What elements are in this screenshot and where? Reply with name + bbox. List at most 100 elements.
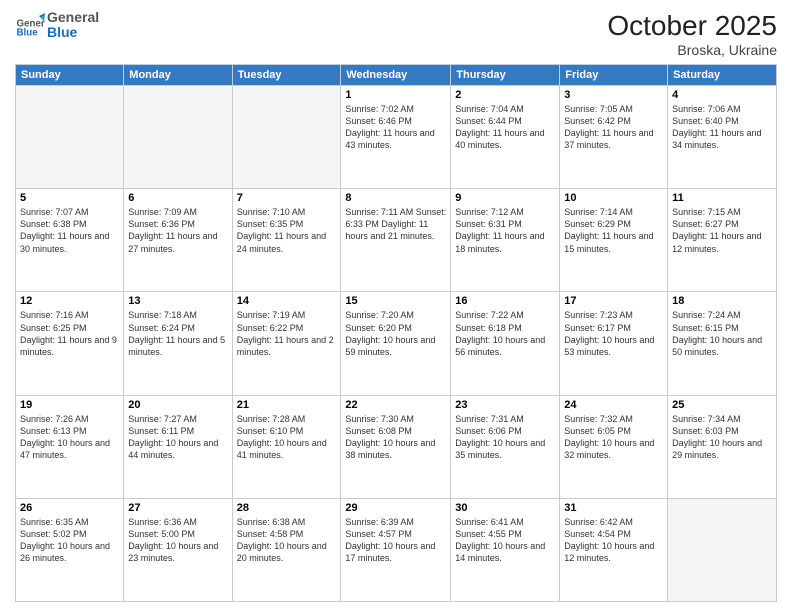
day-info: Sunrise: 7:27 AM Sunset: 6:11 PM Dayligh… — [128, 413, 227, 462]
day-info: Sunrise: 7:18 AM Sunset: 6:24 PM Dayligh… — [128, 309, 227, 358]
day-info: Sunrise: 7:16 AM Sunset: 6:25 PM Dayligh… — [20, 309, 119, 358]
day-number: 22 — [345, 399, 446, 411]
calendar-cell: 1Sunrise: 7:02 AM Sunset: 6:46 PM Daylig… — [341, 86, 451, 189]
calendar-cell: 29 Sunrise: 6:39 AM Sunset: 4:57 PM Dayli… — [341, 498, 451, 601]
calendar-week-row: 19 Sunrise: 7:26 AM Sunset: 6:13 PM Dayli… — [16, 395, 777, 498]
day-info: Sunrise: 6:35 AM Sunset: 5:02 PM Dayligh… — [20, 516, 119, 565]
day-info: Sunrise: 7:05 AM Sunset: 6:42 PM Dayligh… — [564, 103, 663, 152]
day-info: Sunrise: 7:14 AM Sunset: 6:29 PM Dayligh… — [564, 206, 663, 255]
calendar-cell — [668, 498, 777, 601]
logo-general: General — [47, 10, 99, 25]
weekday-header: Thursday — [451, 65, 560, 86]
calendar-cell: 26Sunrise: 6:35 AM Sunset: 5:02 PM Dayli… — [16, 498, 124, 601]
day-info: Sunrise: 7:28 AM Sunset: 6:10 PM Dayligh… — [237, 413, 337, 462]
day-info: Sunrise: 7:06 AM Sunset: 6:40 PM Dayligh… — [672, 103, 772, 152]
day-number: 27 — [128, 502, 227, 514]
calendar-cell: 22 Sunrise: 7:30 AM Sunset: 6:08 PM Dayli… — [341, 395, 451, 498]
logo-icon: General Blue — [15, 10, 45, 40]
calendar-cell — [124, 86, 232, 189]
day-info: Sunrise: 7:07 AM Sunset: 6:38 PM Dayligh… — [20, 206, 119, 255]
weekday-header: Sunday — [16, 65, 124, 86]
day-info: Sunrise: 7:26 AM Sunset: 6:13 PM Dayligh… — [20, 413, 119, 462]
day-number: 14 — [237, 295, 337, 307]
day-number: 3 — [564, 89, 663, 101]
calendar-cell: 27 Sunrise: 6:36 AM Sunset: 5:00 PM Dayli… — [124, 498, 232, 601]
day-info: Sunrise: 7:19 AM Sunset: 6:22 PM Dayligh… — [237, 309, 337, 358]
calendar-cell: 20 Sunrise: 7:27 AM Sunset: 6:11 PM Dayli… — [124, 395, 232, 498]
day-number: 5 — [20, 192, 119, 204]
calendar-cell: 13 Sunrise: 7:18 AM Sunset: 6:24 PM Dayli… — [124, 292, 232, 395]
day-info: Sunrise: 6:42 AM Sunset: 4:54 PM Dayligh… — [564, 516, 663, 565]
calendar-cell: 12 Sunrise: 7:16 AM Sunset: 6:25 PM Dayli… — [16, 292, 124, 395]
day-number: 19 — [20, 399, 119, 411]
calendar-cell: 11 Sunrise: 7:15 AM Sunset: 6:27 PM Dayli… — [668, 189, 777, 292]
day-number: 29 — [345, 502, 446, 514]
day-number: 6 — [128, 192, 227, 204]
day-number: 12 — [20, 295, 119, 307]
calendar-cell: 7 Sunrise: 7:10 AM Sunset: 6:35 PM Daylig… — [232, 189, 341, 292]
calendar-cell: 19 Sunrise: 7:26 AM Sunset: 6:13 PM Dayli… — [16, 395, 124, 498]
day-number: 7 — [237, 192, 337, 204]
day-info: Sunrise: 6:38 AM Sunset: 4:58 PM Dayligh… — [237, 516, 337, 565]
calendar-cell — [232, 86, 341, 189]
calendar-cell: 18 Sunrise: 7:24 AM Sunset: 6:15 PM Dayli… — [668, 292, 777, 395]
day-number: 15 — [345, 295, 446, 307]
day-info: Sunrise: 7:11 AM Sunset: 6:33 PM Dayligh… — [345, 206, 446, 242]
day-number: 10 — [564, 192, 663, 204]
weekday-header: Saturday — [668, 65, 777, 86]
calendar-cell: 25Sunrise: 7:34 AM Sunset: 6:03 PM Dayli… — [668, 395, 777, 498]
calendar-cell: 3 Sunrise: 7:05 AM Sunset: 6:42 PM Daylig… — [560, 86, 668, 189]
day-info: Sunrise: 7:10 AM Sunset: 6:35 PM Dayligh… — [237, 206, 337, 255]
calendar-week-row: 1Sunrise: 7:02 AM Sunset: 6:46 PM Daylig… — [16, 86, 777, 189]
calendar-header-row: SundayMondayTuesdayWednesdayThursdayFrid… — [16, 65, 777, 86]
calendar-cell: 4 Sunrise: 7:06 AM Sunset: 6:40 PM Daylig… — [668, 86, 777, 189]
month-title: October 2025 — [607, 10, 777, 42]
day-number: 4 — [672, 89, 772, 101]
day-info: Sunrise: 7:22 AM Sunset: 6:18 PM Dayligh… — [455, 309, 555, 358]
day-info: Sunrise: 7:32 AM Sunset: 6:05 PM Dayligh… — [564, 413, 663, 462]
day-info: Sunrise: 7:30 AM Sunset: 6:08 PM Dayligh… — [345, 413, 446, 462]
day-info: Sunrise: 7:12 AM Sunset: 6:31 PM Dayligh… — [455, 206, 555, 255]
calendar-week-row: 26Sunrise: 6:35 AM Sunset: 5:02 PM Dayli… — [16, 498, 777, 601]
calendar-cell: 28 Sunrise: 6:38 AM Sunset: 4:58 PM Dayli… — [232, 498, 341, 601]
calendar-cell: 21 Sunrise: 7:28 AM Sunset: 6:10 PM Dayli… — [232, 395, 341, 498]
calendar-week-row: 5 Sunrise: 7:07 AM Sunset: 6:38 PM Daylig… — [16, 189, 777, 292]
calendar-cell: 24Sunrise: 7:32 AM Sunset: 6:05 PM Dayli… — [560, 395, 668, 498]
calendar-cell: 31Sunrise: 6:42 AM Sunset: 4:54 PM Dayli… — [560, 498, 668, 601]
day-info: Sunrise: 7:04 AM Sunset: 6:44 PM Dayligh… — [455, 103, 555, 152]
logo-blue: Blue — [47, 25, 99, 40]
day-info: Sunrise: 6:39 AM Sunset: 4:57 PM Dayligh… — [345, 516, 446, 565]
weekday-header: Tuesday — [232, 65, 341, 86]
day-info: Sunrise: 7:24 AM Sunset: 6:15 PM Dayligh… — [672, 309, 772, 358]
calendar-cell: 16 Sunrise: 7:22 AM Sunset: 6:18 PM Dayli… — [451, 292, 560, 395]
day-info: Sunrise: 6:41 AM Sunset: 4:55 PM Dayligh… — [455, 516, 555, 565]
day-number: 11 — [672, 192, 772, 204]
day-number: 17 — [564, 295, 663, 307]
calendar-cell: 23Sunrise: 7:31 AM Sunset: 6:06 PM Dayli… — [451, 395, 560, 498]
day-number: 8 — [345, 192, 446, 204]
day-info: Sunrise: 7:15 AM Sunset: 6:27 PM Dayligh… — [672, 206, 772, 255]
day-number: 25 — [672, 399, 772, 411]
day-info: Sunrise: 7:09 AM Sunset: 6:36 PM Dayligh… — [128, 206, 227, 255]
day-info: Sunrise: 7:20 AM Sunset: 6:20 PM Dayligh… — [345, 309, 446, 358]
calendar-cell: 2Sunrise: 7:04 AM Sunset: 6:44 PM Daylig… — [451, 86, 560, 189]
day-info: Sunrise: 6:36 AM Sunset: 5:00 PM Dayligh… — [128, 516, 227, 565]
calendar-cell: 8 Sunrise: 7:11 AM Sunset: 6:33 PM Daylig… — [341, 189, 451, 292]
day-number: 21 — [237, 399, 337, 411]
calendar-week-row: 12 Sunrise: 7:16 AM Sunset: 6:25 PM Dayli… — [16, 292, 777, 395]
weekday-header: Friday — [560, 65, 668, 86]
svg-text:Blue: Blue — [17, 28, 39, 39]
day-number: 28 — [237, 502, 337, 514]
day-number: 16 — [455, 295, 555, 307]
calendar-cell: 5 Sunrise: 7:07 AM Sunset: 6:38 PM Daylig… — [16, 189, 124, 292]
day-number: 30 — [455, 502, 555, 514]
page-header: General Blue General Blue October 2025 B… — [15, 10, 777, 58]
day-number: 20 — [128, 399, 227, 411]
day-number: 1 — [345, 89, 446, 101]
calendar-cell: 9Sunrise: 7:12 AM Sunset: 6:31 PM Daylig… — [451, 189, 560, 292]
day-number: 13 — [128, 295, 227, 307]
weekday-header: Monday — [124, 65, 232, 86]
day-info: Sunrise: 7:23 AM Sunset: 6:17 PM Dayligh… — [564, 309, 663, 358]
calendar-cell: 17 Sunrise: 7:23 AM Sunset: 6:17 PM Dayli… — [560, 292, 668, 395]
day-number: 18 — [672, 295, 772, 307]
